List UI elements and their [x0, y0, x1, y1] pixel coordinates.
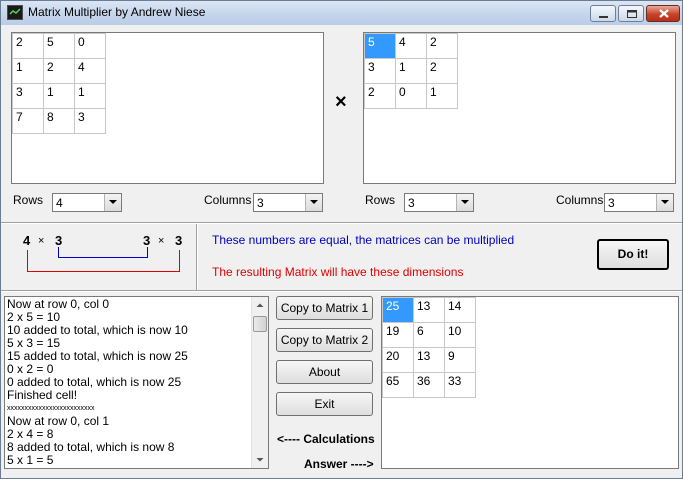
matrix2-row: 201: [364, 83, 458, 109]
calculations-log[interactable]: Now at row 0, col 02 x 5 = 10 10 added to…: [4, 296, 269, 469]
dropdown-arrow-icon[interactable]: [656, 194, 673, 211]
result-cell[interactable]: 25: [382, 297, 414, 323]
scroll-thumb[interactable]: [253, 316, 267, 332]
result-cell[interactable]: 65: [382, 372, 414, 398]
log-scrollbar[interactable]: [251, 297, 268, 468]
matrix2-cell[interactable]: 2: [364, 83, 396, 109]
matrix2-cell[interactable]: 4: [395, 33, 427, 59]
result-cell[interactable]: 10: [444, 322, 476, 348]
result-row: 19 6 10: [382, 322, 476, 348]
result-dimensions-message: The resulting Matrix will have these dim…: [212, 265, 464, 279]
matrix2-row: 542: [364, 33, 458, 59]
minimize-icon: [599, 16, 608, 18]
scroll-up-icon: [256, 303, 264, 307]
matrix2-table: 542312201: [364, 33, 458, 109]
maximize-button[interactable]: [618, 5, 644, 22]
scroll-down-icon: [256, 458, 264, 462]
result-cell[interactable]: 19: [382, 322, 414, 348]
matrix1-columns-label: Columns: [204, 193, 252, 207]
main-window: Matrix Multiplier by Andrew Niese 250124…: [0, 0, 683, 479]
matrix2-cell[interactable]: 0: [395, 83, 427, 109]
calculations-caption: <---- Calculations: [277, 432, 375, 446]
matrix2-cell[interactable]: 3: [364, 58, 396, 84]
equal-dimensions-message: These numbers are equal, the matrices ca…: [212, 233, 515, 247]
result-cell[interactable]: 13: [413, 347, 445, 373]
matrix2-columns-label: Columns: [556, 193, 604, 207]
result-cell[interactable]: 36: [413, 372, 445, 398]
close-button[interactable]: [646, 5, 680, 22]
matrix1-columns-value: 3: [257, 196, 264, 210]
scroll-up-button[interactable]: [252, 297, 268, 314]
about-button[interactable]: About: [276, 360, 373, 384]
result-cell[interactable]: 6: [413, 322, 445, 348]
log-line: 5 added to total, which is now 13: [7, 467, 251, 469]
dimension-connector-lines: [27, 247, 180, 272]
result-cell[interactable]: 20: [382, 347, 414, 373]
matrix1-columns-select[interactable]: 3: [253, 193, 323, 212]
copy-to-matrix2-button[interactable]: Copy to Matrix 2: [276, 328, 373, 352]
calculations-log-lines: Now at row 0, col 02 x 5 = 10 10 added to…: [7, 298, 251, 469]
matrix2-cell[interactable]: 5: [364, 33, 396, 59]
matrix2-cell[interactable]: 2: [426, 33, 458, 59]
do-it-button[interactable]: Do it!: [597, 239, 669, 270]
scroll-down-button[interactable]: [252, 451, 268, 468]
result-cell[interactable]: 14: [444, 297, 476, 323]
copy-to-matrix1-button[interactable]: Copy to Matrix 1: [276, 296, 373, 320]
minimize-button[interactable]: [590, 5, 616, 22]
result-row: 65 36 33: [382, 372, 476, 398]
result-table: 25 13 14 19 6 10 20 13 9 65 36 33: [382, 297, 476, 398]
log-line: Finished cell!: [7, 388, 78, 402]
multiply-sign: ×: [335, 91, 347, 113]
maximize-icon: [627, 10, 637, 18]
matrix2-rows-value: 3: [408, 196, 415, 210]
result-row: 25 13 14: [382, 297, 476, 323]
answer-caption: Answer ---->: [304, 457, 374, 471]
exit-button[interactable]: Exit: [276, 392, 373, 416]
close-icon: [659, 9, 669, 18]
dropdown-arrow-icon[interactable]: [305, 194, 322, 211]
matrix2-cell[interactable]: 2: [426, 58, 458, 84]
result-cell[interactable]: 13: [413, 297, 445, 323]
matrix2-cell[interactable]: 1: [395, 58, 427, 84]
matrix2-rows-label: Rows: [365, 193, 396, 207]
matrix2-columns-select[interactable]: 3: [604, 193, 674, 212]
matrix2-grid[interactable]: 542312201: [363, 32, 676, 184]
result-cell[interactable]: 9: [444, 347, 476, 373]
result-row: 20 13 9: [382, 347, 476, 373]
dropdown-arrow-icon[interactable]: [456, 194, 473, 211]
matrix2-row: 312: [364, 58, 458, 84]
matrix2-cell[interactable]: 1: [426, 83, 458, 109]
matrix2-columns-value: 3: [608, 196, 615, 210]
matrix2-rows-select[interactable]: 3: [404, 193, 474, 212]
result-cell[interactable]: 33: [444, 372, 476, 398]
result-grid[interactable]: 25 13 14 19 6 10 20 13 9 65 36 33: [381, 296, 679, 469]
